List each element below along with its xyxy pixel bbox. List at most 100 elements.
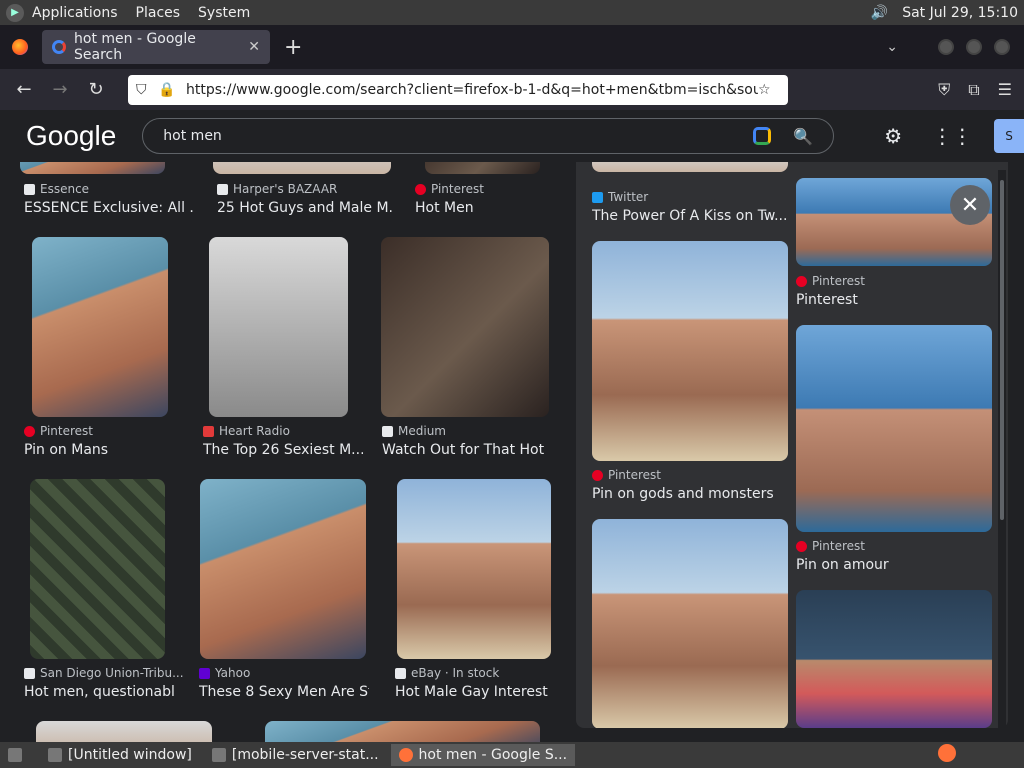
related-image[interactable] — [796, 325, 992, 532]
result-title[interactable]: ESSENCE Exclusive: All ... — [24, 200, 194, 216]
search-box[interactable]: hot men 🔍 — [142, 118, 835, 154]
taskbar: [Untitled window] [mobile-server-stat...… — [0, 742, 1024, 768]
result-title[interactable]: Hot Male Gay Interest ... — [395, 684, 550, 700]
apps-grid-icon[interactable]: ⋮⋮ — [932, 124, 972, 148]
pinterest-icon — [592, 469, 603, 481]
system-menu-bar: ▶ Applications Places System 🔊 Sat Jul 2… — [0, 0, 1024, 25]
menu-places[interactable]: Places — [136, 5, 181, 21]
result-image[interactable] — [265, 721, 540, 742]
result-source[interactable]: Yahoo — [199, 666, 250, 680]
menu-applications[interactable]: Applications — [32, 5, 118, 21]
source-name: Essence — [40, 182, 90, 196]
settings-gear-icon[interactable]: ⚙ — [884, 124, 902, 148]
result-title[interactable]: Hot Men — [415, 200, 545, 216]
google-lens-icon[interactable] — [753, 127, 772, 145]
result-image[interactable] — [425, 162, 540, 174]
shield-icon[interactable]: ⛉ — [136, 82, 158, 98]
forward-arrow-icon[interactable]: → — [42, 79, 78, 100]
related-image[interactable] — [592, 241, 788, 461]
distro-logo-icon[interactable]: ▶ — [6, 3, 24, 22]
back-arrow-icon[interactable]: ← — [6, 79, 42, 100]
url-bar[interactable]: ⛉ 🔒 https://www.google.com/search?client… — [128, 74, 788, 105]
window-controls — [938, 39, 1010, 55]
google-logo[interactable]: Google — [26, 120, 116, 152]
new-tab-button[interactable]: + — [284, 35, 302, 60]
clock[interactable]: Sat Jul 29, 15:10 — [902, 5, 1018, 21]
result-title[interactable]: 25 Hot Guys and Male M... — [217, 200, 392, 216]
taskbar-item-firefox[interactable]: hot men - Google S... — [390, 744, 576, 766]
firefox-icon — [398, 748, 413, 762]
result-title[interactable]: These 8 Sexy Men Are St... — [199, 684, 369, 700]
extensions-icon[interactable]: ⧉ — [968, 80, 979, 100]
source-favicon-icon — [24, 667, 35, 679]
medium-icon — [382, 425, 393, 437]
result-title[interactable]: Pin on gods and monsters — [592, 486, 788, 502]
result-title[interactable]: The Power Of A Kiss on Tw... — [592, 208, 788, 224]
result-image[interactable] — [32, 237, 168, 417]
result-title[interactable]: Hot men, questionabl... — [24, 684, 174, 700]
result-source[interactable]: Twitter — [592, 190, 648, 204]
result-source[interactable]: Essence — [24, 182, 89, 196]
result-source[interactable]: Pinterest — [796, 539, 865, 553]
search-icon[interactable]: 🔍 — [793, 127, 813, 146]
hamburger-menu-icon[interactable]: ☰ — [998, 80, 1012, 100]
tray-firefox-icon[interactable] — [938, 744, 956, 766]
result-image[interactable] — [200, 479, 366, 659]
result-image[interactable] — [397, 479, 551, 659]
menu-system[interactable]: System — [198, 5, 250, 21]
bookmark-star-icon[interactable]: ☆ — [758, 82, 780, 98]
result-source[interactable]: Pinterest — [592, 468, 661, 482]
source-name: San Diego Union-Tribu... — [40, 666, 184, 680]
show-desktop-button[interactable] — [0, 744, 36, 766]
taskbar-item-untitled[interactable]: [Untitled window] — [40, 744, 200, 766]
result-image[interactable] — [209, 237, 348, 417]
source-name: Pinterest — [812, 539, 866, 553]
firefox-icon[interactable] — [12, 39, 28, 55]
result-source[interactable]: Pinterest — [796, 274, 865, 288]
result-source[interactable]: Medium — [382, 424, 446, 438]
source-name: Heart Radio — [219, 424, 290, 438]
close-window-button[interactable] — [994, 39, 1010, 55]
source-name: Pinterest — [40, 424, 94, 438]
lock-icon[interactable]: 🔒 — [158, 82, 180, 98]
search-input[interactable]: hot men — [163, 128, 753, 144]
tab-title: hot men - Google Search — [74, 31, 196, 63]
result-source[interactable]: eBay · In stock — [395, 666, 499, 680]
sign-in-button[interactable]: S — [994, 119, 1024, 153]
result-source[interactable]: San Diego Union-Tribu... — [24, 666, 184, 680]
close-panel-button[interactable]: ✕ — [950, 185, 990, 225]
pinterest-icon — [415, 183, 426, 195]
pinterest-icon — [24, 425, 35, 437]
pocket-icon[interactable]: ⛨ — [938, 80, 950, 100]
source-name: eBay · In stock — [411, 666, 500, 680]
scrollbar-thumb[interactable] — [1000, 180, 1004, 520]
heart-radio-icon — [203, 425, 214, 437]
result-title[interactable]: Pin on Mans — [24, 442, 184, 458]
minimize-button[interactable] — [938, 39, 954, 55]
reload-icon[interactable]: ↻ — [78, 79, 114, 100]
speaker-icon[interactable]: 🔊 — [871, 5, 888, 21]
url-text[interactable]: https://www.google.com/search?client=fir… — [186, 82, 758, 98]
related-image[interactable] — [592, 519, 788, 728]
taskbar-item-mobile-server[interactable]: [mobile-server-stat... — [204, 744, 387, 766]
result-source[interactable]: Heart Radio — [203, 424, 290, 438]
result-image[interactable] — [213, 162, 391, 174]
result-image[interactable] — [20, 162, 165, 174]
result-source[interactable]: Pinterest — [415, 182, 484, 196]
tab-google-search[interactable]: hot men - Google Search ✕ — [42, 30, 270, 64]
related-image[interactable] — [592, 162, 788, 172]
result-title[interactable]: Watch Out for That Hot ... — [382, 442, 550, 458]
close-tab-icon[interactable]: ✕ — [248, 39, 260, 55]
tab-list-chevron-icon[interactable]: ⌄ — [886, 39, 898, 55]
result-source[interactable]: Harper's BAZAAR — [217, 182, 337, 196]
result-title[interactable]: The Top 26 Sexiest M... — [203, 442, 363, 458]
desktop-icon — [8, 748, 22, 762]
result-title[interactable]: Pinterest — [796, 292, 992, 308]
result-image[interactable] — [381, 237, 549, 417]
result-source[interactable]: Pinterest — [24, 424, 93, 438]
maximize-button[interactable] — [966, 39, 982, 55]
related-image[interactable] — [796, 590, 992, 728]
result-image[interactable] — [36, 721, 212, 742]
result-title[interactable]: Pin on amour — [796, 557, 992, 573]
result-image[interactable] — [30, 479, 165, 659]
